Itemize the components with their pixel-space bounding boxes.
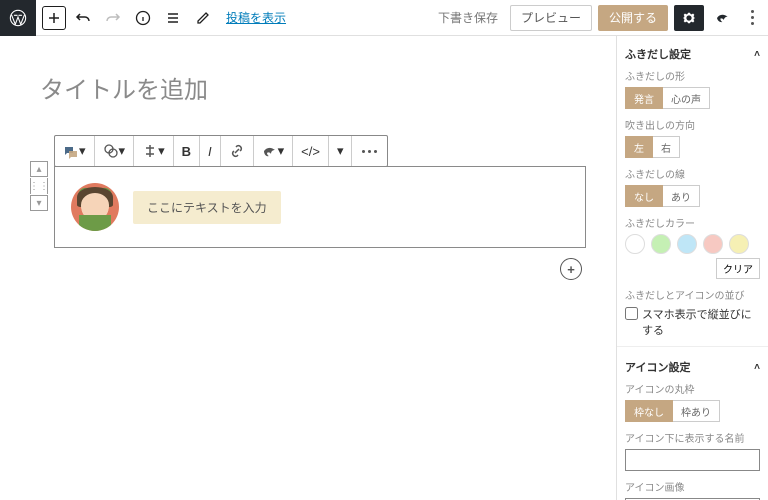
edit-icon[interactable] bbox=[190, 5, 216, 31]
block-type-icon[interactable]: ▾ bbox=[55, 136, 95, 166]
dropdown-chevron-icon[interactable]: ▾ bbox=[329, 136, 353, 166]
align-checkbox-row[interactable]: スマホ表示で縦並びにする bbox=[625, 306, 760, 338]
preview-button[interactable]: プレビュー bbox=[510, 5, 592, 31]
publish-button[interactable]: 公開する bbox=[598, 5, 668, 31]
move-down-button[interactable]: ▾ bbox=[30, 195, 48, 211]
color-swatch[interactable] bbox=[703, 234, 723, 254]
line-label: ふきだしの線 bbox=[625, 166, 760, 181]
insert-block-button[interactable]: + bbox=[560, 258, 582, 280]
image-label: アイコン画像 bbox=[625, 479, 760, 494]
avatar-image[interactable] bbox=[71, 183, 119, 231]
shape-opt-think[interactable]: 心の声 bbox=[663, 87, 710, 109]
color-reset-button[interactable]: クリア bbox=[716, 258, 760, 279]
shape-segmented: 発言 心の声 bbox=[625, 87, 760, 109]
topbar-left-tools: 投稿を表示 bbox=[36, 5, 286, 31]
drag-handle[interactable]: ⋮⋮ bbox=[30, 178, 48, 194]
frame-opt-none[interactable]: 枠なし bbox=[625, 400, 673, 422]
align-checkbox[interactable] bbox=[625, 307, 638, 320]
main-area: タイトルを追加 ▴ ⋮⋮ ▾ ▾ ▾ ▾ B I ▾ </> ▾ bbox=[0, 36, 768, 500]
settings-gear-button[interactable] bbox=[674, 5, 704, 31]
add-block-icon[interactable] bbox=[42, 6, 66, 30]
speech-bubble-block[interactable]: ここにテキストを入力 bbox=[54, 166, 586, 248]
redo-icon bbox=[100, 5, 126, 31]
panel-title: ふきだし設定 bbox=[625, 46, 691, 62]
block-area: ▾ ▾ ▾ B I ▾ </> ▾ ここにテキストを入力 bbox=[54, 135, 586, 248]
topbar-right-tools: 下書き保存 プレビュー 公開する bbox=[432, 5, 768, 31]
shape-opt-speak[interactable]: 発言 bbox=[625, 87, 663, 109]
post-title-input[interactable]: タイトルを追加 bbox=[40, 70, 586, 105]
block-wrapper: ▴ ⋮⋮ ▾ ▾ ▾ ▾ B I ▾ </> ▾ bbox=[30, 135, 586, 248]
align-icon[interactable]: ▾ bbox=[134, 136, 174, 166]
direction-segmented: 左 右 bbox=[625, 136, 760, 158]
direction-label: 吹き出しの方向 bbox=[625, 117, 760, 132]
editor-canvas: タイトルを追加 ▴ ⋮⋮ ▾ ▾ ▾ ▾ B I ▾ </> ▾ bbox=[0, 36, 616, 500]
block-toolbar: ▾ ▾ ▾ B I ▾ </> ▾ bbox=[54, 135, 388, 167]
swallow-style-icon[interactable]: ▾ bbox=[254, 136, 294, 166]
block-more-icon[interactable] bbox=[352, 136, 387, 166]
undo-icon[interactable] bbox=[70, 5, 96, 31]
top-bar: 投稿を表示 下書き保存 プレビュー 公開する bbox=[0, 0, 768, 36]
panel-bubble-header[interactable]: ふきだし設定 ˄ bbox=[625, 42, 760, 68]
move-up-button[interactable]: ▴ bbox=[30, 161, 48, 177]
save-draft-button[interactable]: 下書き保存 bbox=[432, 9, 504, 26]
name-label: アイコン下に表示する名前 bbox=[625, 430, 760, 445]
frame-label: アイコンの丸枠 bbox=[625, 381, 760, 396]
outline-icon[interactable] bbox=[160, 5, 186, 31]
more-menu-icon[interactable] bbox=[742, 10, 762, 25]
frame-opt-yes[interactable]: 枠あり bbox=[673, 400, 720, 422]
color-swatch[interactable] bbox=[625, 234, 645, 254]
line-opt-none[interactable]: なし bbox=[625, 185, 663, 207]
color-swatch[interactable] bbox=[729, 234, 749, 254]
color-label: ふきだしカラー bbox=[625, 215, 760, 230]
style-icon[interactable]: ▾ bbox=[95, 136, 135, 166]
bubble-text-input[interactable]: ここにテキストを入力 bbox=[133, 191, 281, 224]
color-swatch[interactable] bbox=[651, 234, 671, 254]
italic-button[interactable]: I bbox=[200, 136, 221, 166]
wordpress-logo[interactable] bbox=[0, 0, 36, 36]
shape-label: ふきだしの形 bbox=[625, 68, 760, 83]
settings-sidebar: ふきだし設定 ˄ ふきだしの形 発言 心の声 吹き出しの方向 左 右 ふきだしの… bbox=[616, 36, 768, 500]
icon-name-input[interactable] bbox=[625, 449, 760, 471]
view-post-link[interactable]: 投稿を表示 bbox=[226, 9, 286, 26]
frame-segmented: 枠なし 枠あり bbox=[625, 400, 760, 422]
align-checkbox-label: スマホ表示で縦並びにする bbox=[642, 306, 760, 338]
dir-opt-left[interactable]: 左 bbox=[625, 136, 653, 158]
chevron-up-icon: ˄ bbox=[754, 362, 760, 373]
link-button[interactable] bbox=[221, 136, 254, 166]
panel-icon-header[interactable]: アイコン設定 ˄ bbox=[625, 355, 760, 381]
color-swatch[interactable] bbox=[677, 234, 697, 254]
line-segmented: なし あり bbox=[625, 185, 760, 207]
line-opt-yes[interactable]: あり bbox=[663, 185, 700, 207]
align-label: ふきだしとアイコンの並び bbox=[625, 287, 760, 302]
dir-opt-right[interactable]: 右 bbox=[653, 136, 680, 158]
theme-icon[interactable] bbox=[710, 5, 736, 31]
chevron-up-icon: ˄ bbox=[754, 49, 760, 60]
panel-title: アイコン設定 bbox=[625, 359, 690, 375]
info-icon[interactable] bbox=[130, 5, 156, 31]
color-swatches bbox=[625, 234, 760, 254]
code-button[interactable]: </> bbox=[293, 136, 329, 166]
bold-button[interactable]: B bbox=[174, 136, 200, 166]
block-mover: ▴ ⋮⋮ ▾ bbox=[30, 135, 48, 248]
